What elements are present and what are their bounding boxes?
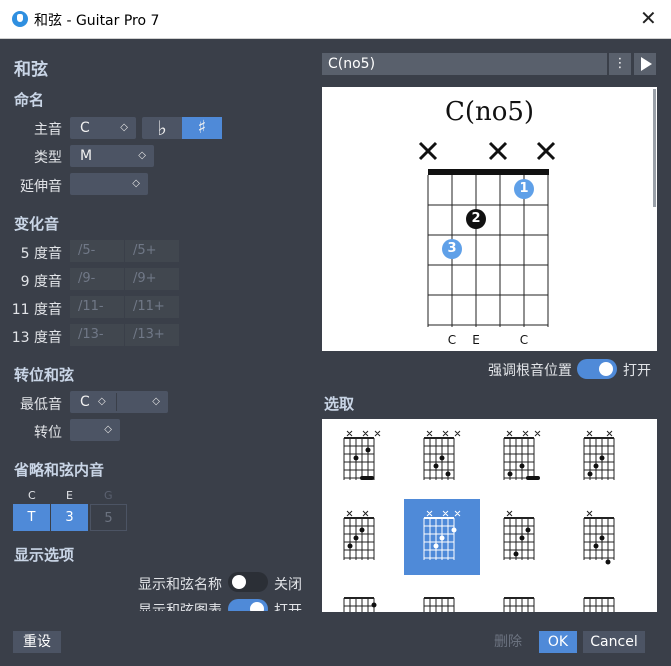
chord-selection-grid <box>322 419 657 612</box>
show-diagram-label: 显示和弦图表 <box>138 603 222 611</box>
omit-third-button[interactable]: 3 <box>51 504 88 531</box>
alteration-13-plus[interactable]: /13+ <box>125 324 179 346</box>
alteration-label-11: 11 度音 <box>11 302 62 318</box>
cancel-button[interactable]: Cancel <box>583 631 645 653</box>
flat-button[interactable]: ♭ <box>142 117 182 139</box>
window-title: 和弦 - Guitar Pro 7 <box>34 13 160 29</box>
chevron-updown-icon: ◇ <box>120 122 128 133</box>
finger-label-1: 1 <box>519 181 529 196</box>
thumbnail-5 <box>343 510 375 560</box>
muted-markers <box>418 141 556 161</box>
root-select[interactable]: C ◇ <box>70 117 136 139</box>
bass-label: 最低音 <box>20 397 62 413</box>
chord-name-field[interactable]: C(no5) <box>322 53 607 75</box>
emphasize-root-toggle[interactable] <box>577 359 617 379</box>
show-name-state: 关闭 <box>274 577 302 593</box>
play-icon[interactable] <box>634 53 656 75</box>
extension-select[interactable]: ◇ <box>70 173 148 195</box>
omit-root-button[interactable]: T <box>13 504 50 531</box>
alteration-label-5: 5 度音 <box>20 246 62 262</box>
chord-thumbnails <box>343 430 615 612</box>
app-icon <box>12 11 28 27</box>
alteration-9-plus[interactable]: /9+ <box>125 268 179 290</box>
extension-label: 延伸音 <box>20 179 62 195</box>
alteration-13-minus[interactable]: /13- <box>70 324 124 346</box>
toggle-knob <box>599 362 613 376</box>
naming-heading: 命名 <box>14 91 45 109</box>
inversion-label: 转位 <box>34 425 62 441</box>
thumbnail-1 <box>343 430 381 480</box>
emphasize-root-state: 打开 <box>623 363 651 379</box>
alteration-9-minus[interactable]: /9- <box>70 268 124 290</box>
diagram-scrollbar[interactable] <box>653 89 656 207</box>
bass-value: C <box>80 394 90 410</box>
chevron-updown-icon: ◇ <box>152 396 160 407</box>
selection-heading: 选取 <box>324 395 355 413</box>
chord-diagram: C(no5) 1 2 3 C E C <box>322 87 657 351</box>
chevron-updown-icon: ◇ <box>138 150 146 161</box>
menu-dots-icon[interactable]: ⋮ <box>609 53 631 75</box>
display-heading: 显示选项 <box>14 546 75 564</box>
emphasize-root-label: 强调根音位置 <box>488 363 572 379</box>
dialog-body: 和弦 命名 主音 C ◇ ♭ ♯ 类型 M ◇ 延伸音 ◇ 变化音 5 度音 /… <box>0 39 671 666</box>
alteration-label-9: 9 度音 <box>20 274 62 290</box>
chevron-updown-icon: ◇ <box>104 424 112 435</box>
reset-button[interactable]: 重设 <box>13 631 61 653</box>
toggle-knob <box>250 602 264 611</box>
title-bar: 和弦 - Guitar Pro 7 ✕ <box>0 0 671 39</box>
chevron-updown-icon: ◇ <box>98 396 106 407</box>
sharp-button[interactable]: ♯ <box>182 117 222 139</box>
type-select[interactable]: M ◇ <box>70 145 154 167</box>
chevron-updown-icon: ◇ <box>132 178 140 189</box>
ok-button[interactable]: OK <box>539 631 577 653</box>
thumbnail-9 <box>343 597 375 612</box>
accidental-toggle: ♭ ♯ <box>142 117 222 139</box>
show-name-toggle[interactable] <box>228 572 268 592</box>
show-diagram-toggle[interactable] <box>228 599 268 611</box>
diagram-grid <box>418 141 556 327</box>
type-label: 类型 <box>34 150 62 166</box>
thumbnail-12 <box>583 597 615 612</box>
bass-select[interactable]: C ◇ ◇ <box>70 391 168 413</box>
alteration-11-minus[interactable]: /11- <box>70 296 124 318</box>
string-note-3: C <box>519 333 529 347</box>
toggle-knob <box>232 575 246 589</box>
omit-heading: 省略和弦内音 <box>14 461 105 479</box>
root-label: 主音 <box>34 122 62 138</box>
show-name-label: 显示和弦名称 <box>138 577 222 593</box>
omit-note-g: G <box>104 489 113 502</box>
alteration-5-plus[interactable]: /5+ <box>125 240 179 262</box>
delete-button[interactable]: 删除 <box>483 631 533 653</box>
finger-label-2: 2 <box>471 211 481 226</box>
alterations-heading: 变化音 <box>14 215 60 233</box>
thumbnail-11 <box>503 597 535 612</box>
inversion-select[interactable]: ◇ <box>70 419 120 441</box>
show-diagram-state: 打开 <box>274 603 302 611</box>
string-note-1: C <box>447 333 457 347</box>
omit-fifth-button[interactable]: 5 <box>90 504 127 531</box>
nut <box>428 169 549 175</box>
panel-title: 和弦 <box>14 60 48 80</box>
thumbnail-10 <box>423 597 455 612</box>
inversion-heading: 转位和弦 <box>14 366 75 384</box>
show-diagram-row: 显示和弦图表 打开 <box>100 599 310 611</box>
thumbnail-7 <box>503 510 535 560</box>
type-value: M <box>80 148 93 164</box>
alteration-5-minus[interactable]: /5- <box>70 240 124 262</box>
alteration-11-plus[interactable]: /11+ <box>125 296 179 318</box>
finger-label-3: 3 <box>447 241 457 256</box>
close-icon[interactable]: ✕ <box>640 6 657 30</box>
alteration-label-13: 13 度音 <box>11 330 62 346</box>
thumbnail-8 <box>583 510 615 560</box>
root-value: C <box>80 120 90 136</box>
string-note-2: E <box>472 333 480 347</box>
omit-note-c: C <box>28 489 36 502</box>
omit-note-e: E <box>66 489 73 502</box>
divider <box>116 393 117 411</box>
